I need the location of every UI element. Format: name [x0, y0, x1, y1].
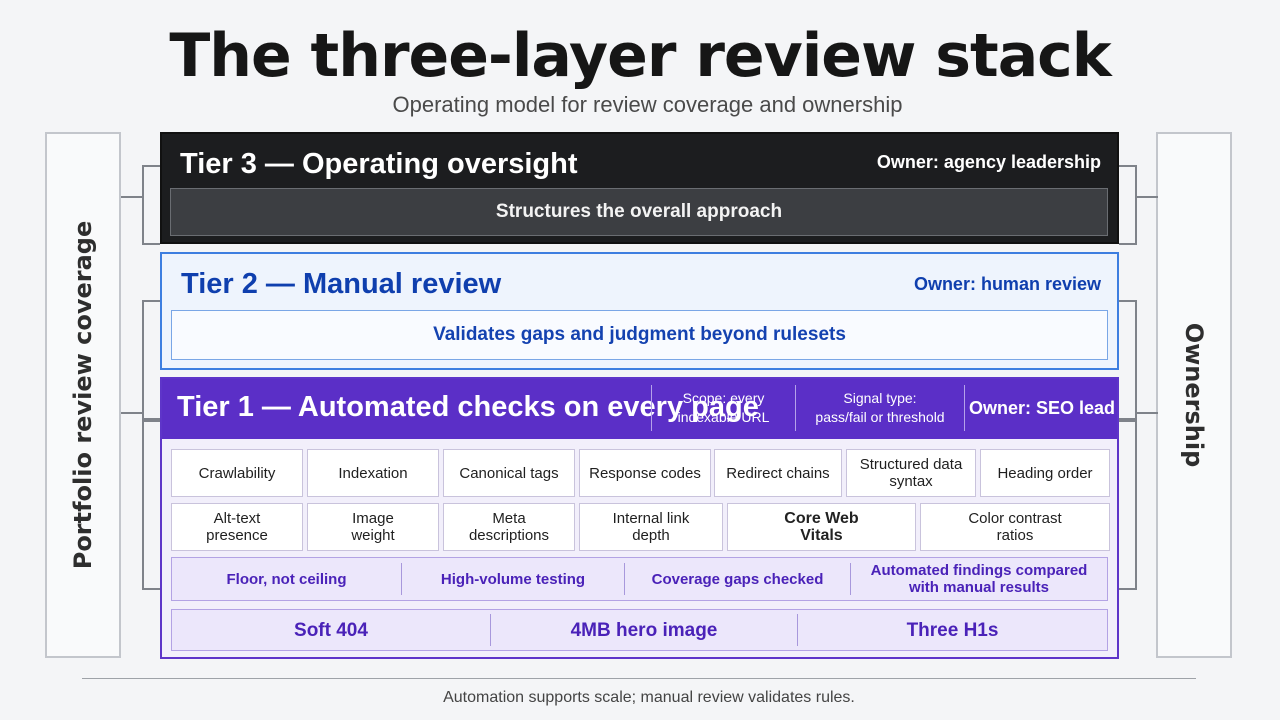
tier1-owner: Owner: SEO lead — [964, 385, 1119, 431]
footer-caption: Automation supports scale; manual review… — [443, 689, 855, 706]
check-label: Response codes — [589, 464, 701, 482]
principles-strip: Floor, not ceiling High-volume testing C… — [171, 557, 1108, 601]
example-item: Soft 404 — [172, 610, 490, 650]
check-cell: Image weight — [307, 503, 439, 551]
principle-label: Automated findings compared with manual … — [870, 562, 1088, 596]
ownership-side-panel: Ownership — [1156, 132, 1232, 658]
principle-item: Floor, not ceiling — [172, 558, 401, 600]
coverage-side-panel: Portfolio review coverage — [45, 132, 121, 658]
tier3-title: Tier 3 — Operating oversight — [180, 148, 578, 180]
tier1-scope-text: Scope: every indexable URL — [677, 390, 770, 425]
bracket-right-tier2 — [1119, 300, 1137, 420]
tier1-box: Tier 1 — Automated checks on every page … — [160, 377, 1119, 659]
stub-right-tier3 — [1136, 196, 1158, 198]
diagram-title: The three-layer review stack — [169, 21, 1111, 91]
check-cell: Canonical tags — [443, 449, 575, 497]
principle-label: High-volume testing — [440, 570, 586, 588]
bracket-right-tier1 — [1119, 420, 1137, 590]
footer-divider — [82, 678, 1196, 679]
stub-left-tier3 — [121, 196, 143, 198]
check-cell: Heading order — [980, 449, 1110, 497]
tier2-band: Validates gaps and judgment beyond rules… — [171, 310, 1108, 360]
coverage-label: Portfolio review coverage — [69, 220, 97, 570]
tier1-scope: Scope: every indexable URL — [651, 385, 795, 431]
stub-left-tier1 — [121, 412, 143, 414]
check-cell: Meta descriptions — [443, 503, 575, 551]
tier1-signal-type: Signal type: pass/fail or threshold — [795, 385, 964, 431]
principle-item: Coverage gaps checked — [624, 563, 850, 595]
check-label: Image weight — [351, 510, 395, 544]
check-label: Redirect chains — [726, 464, 830, 482]
check-label: Meta descriptions — [468, 510, 550, 544]
stub-right-tier1 — [1136, 412, 1158, 414]
check-cell: Indexation — [307, 449, 439, 497]
check-label: Core Web Vitals — [784, 510, 859, 544]
tier2-box: Tier 2 — Manual review Owner: human revi… — [160, 252, 1119, 370]
tier3-band: Structures the overall approach — [170, 188, 1108, 236]
tier2-title: Tier 2 — Manual review — [181, 268, 502, 300]
check-label: Internal link depth — [612, 510, 690, 544]
check-cell: Redirect chains — [714, 449, 842, 497]
diagram-subtitle: Operating model for review coverage and … — [392, 92, 903, 117]
example-label: 4MB hero image — [570, 619, 718, 641]
examples-strip: Soft 404 4MB hero image Three H1s — [171, 609, 1108, 651]
check-cell: Crawlability — [171, 449, 303, 497]
principle-label: Floor, not ceiling — [226, 570, 347, 588]
bracket-left-tier1 — [142, 420, 160, 590]
tier2-owner: Owner: human review — [913, 274, 1101, 294]
check-cell: Color contrast ratios — [920, 503, 1110, 551]
principle-item: Automated findings compared with manual … — [850, 562, 1107, 596]
bracket-left-tier3 — [142, 165, 160, 245]
check-cell: Alt-text presence — [171, 503, 303, 551]
example-item: 4MB hero image — [490, 614, 797, 646]
check-cell: Internal link depth — [579, 503, 723, 551]
check-cell: Core Web Vitals — [727, 503, 916, 551]
check-label: Structured data syntax — [859, 456, 963, 490]
principle-label: Coverage gaps checked — [651, 570, 824, 588]
tier3-owner: Owner: agency leadership — [876, 152, 1101, 172]
check-cell: Response codes — [579, 449, 711, 497]
check-cell: Structured data syntax — [846, 449, 976, 497]
check-label: Canonical tags — [459, 464, 559, 482]
tier1-header: Tier 1 — Automated checks on every page … — [162, 379, 1117, 439]
bracket-left-tier2 — [142, 300, 160, 420]
check-label: Indexation — [338, 464, 408, 482]
principle-item: High-volume testing — [401, 563, 624, 595]
example-label: Soft 404 — [294, 619, 368, 641]
example-item: Three H1s — [797, 614, 1107, 646]
bracket-right-tier3 — [1119, 165, 1137, 245]
check-label: Color contrast ratios — [968, 510, 1062, 544]
tier1-signal-text: Signal type: pass/fail or threshold — [815, 390, 945, 425]
tier3-box: Tier 3 — Operating oversight Owner: agen… — [160, 132, 1119, 244]
tier1-owner-text: Owner: SEO lead — [968, 397, 1116, 418]
example-label: Three H1s — [906, 619, 999, 641]
check-label: Crawlability — [198, 464, 276, 482]
check-label: Heading order — [997, 464, 1093, 482]
ownership-label: Ownership — [1180, 322, 1208, 468]
check-label: Alt-text presence — [206, 510, 268, 544]
